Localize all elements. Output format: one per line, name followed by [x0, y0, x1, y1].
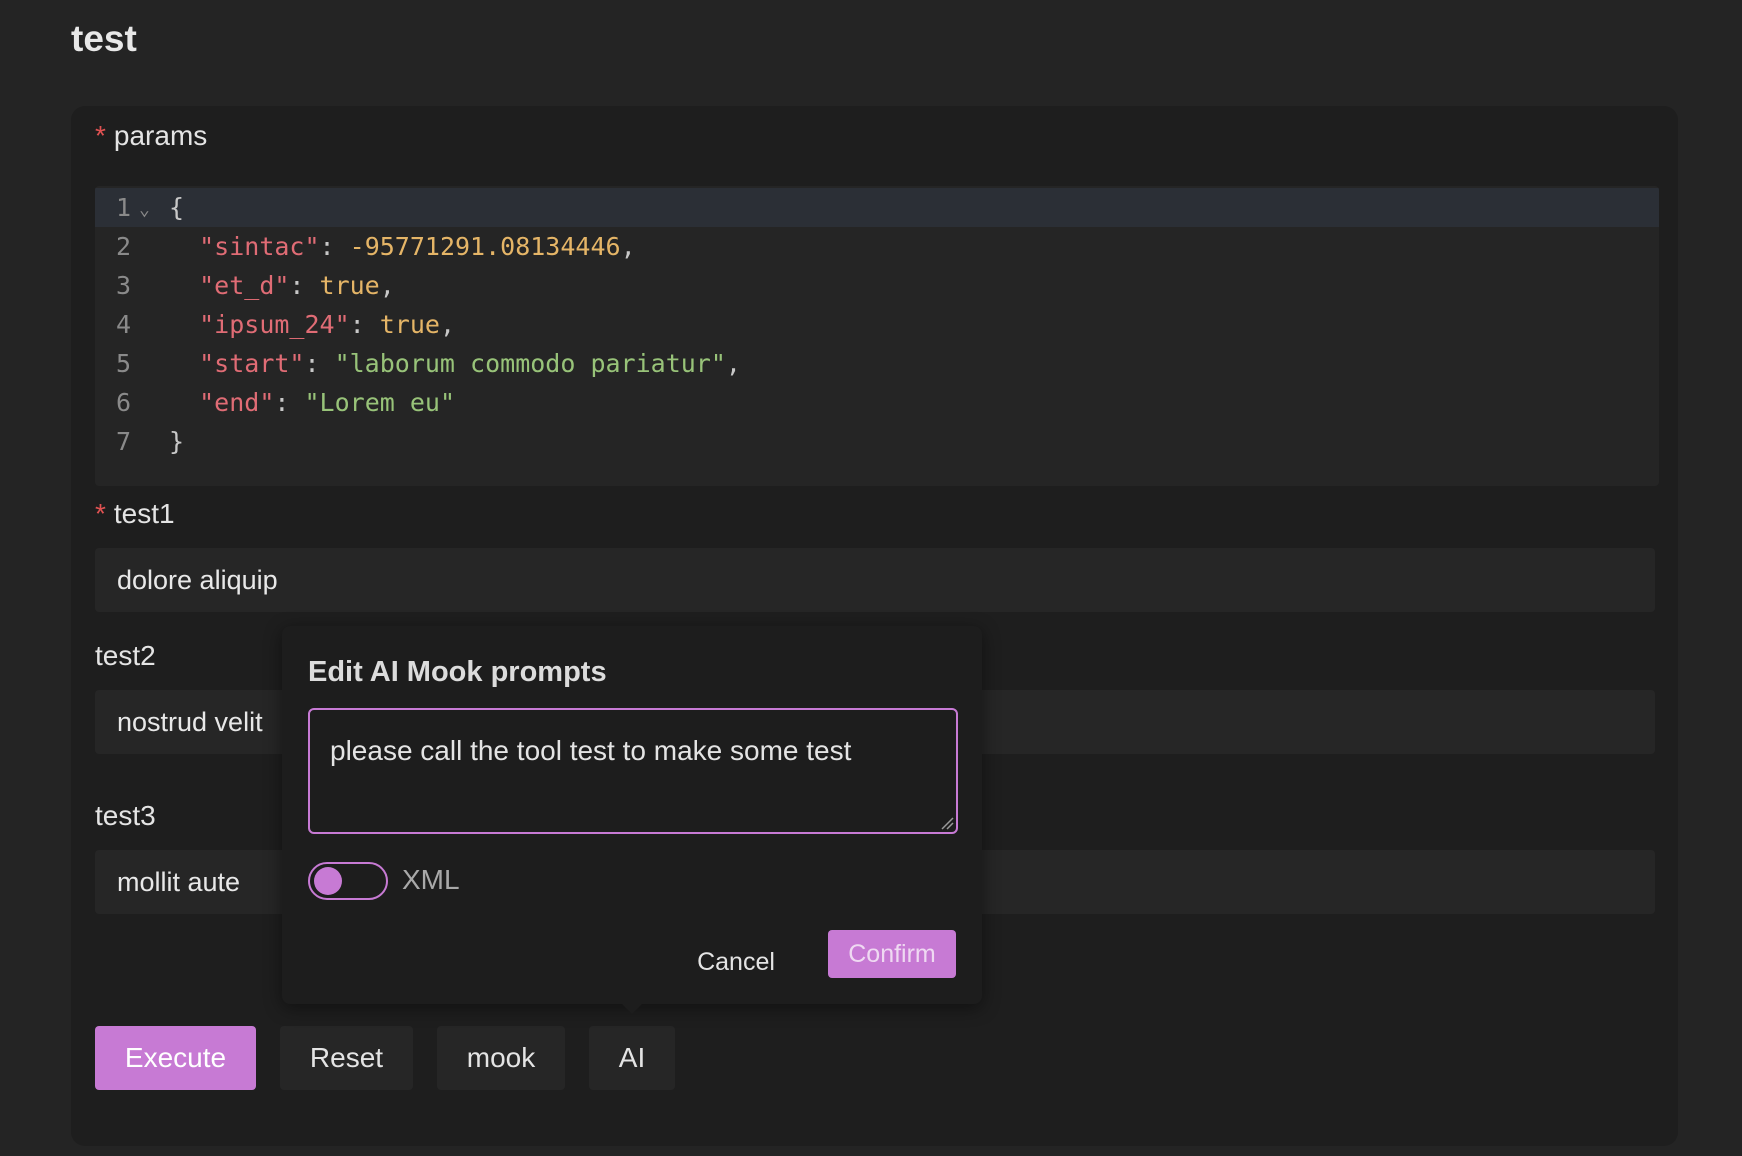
prompt-text: please call the tool test to make some t…: [330, 735, 852, 766]
reset-button[interactable]: Reset: [280, 1026, 413, 1090]
code-token: :: [304, 349, 335, 378]
code-line: 3 "et_d": true,: [95, 266, 1659, 305]
line-number: 7: [115, 427, 131, 456]
mook-button[interactable]: mook: [437, 1026, 565, 1090]
code-token: :: [274, 388, 305, 417]
code-token: ,: [379, 271, 395, 300]
code-token: "et_d": [199, 271, 290, 300]
code-text: }: [169, 422, 184, 461]
code-token: {: [169, 193, 185, 222]
code-text: "end": "Lorem eu": [169, 383, 455, 422]
line-number: 4: [115, 310, 131, 339]
popover-title: Edit AI Mook prompts: [308, 656, 607, 688]
chevron-down-icon[interactable]: ⌄: [139, 190, 150, 229]
code-line: 2 "sintac": -95771291.08134446,: [95, 227, 1659, 266]
xml-toggle[interactable]: [308, 862, 388, 900]
code-text: {: [169, 188, 184, 227]
code-token: :: [349, 310, 380, 339]
code-text: "ipsum_24": true,: [169, 305, 455, 344]
code-token: :: [319, 232, 350, 261]
code-line: 6 "end": "Lorem eu": [95, 383, 1659, 422]
code-token: "laborum commodo pariatur": [334, 349, 726, 378]
test1-label: * test1: [95, 498, 175, 529]
params-label: * params: [95, 120, 208, 151]
json-code-editor[interactable]: 1 ⌄{2 "sintac": -95771291.08134446, 3 "et_…: [95, 186, 1659, 486]
code-token: -95771291.08134446: [349, 232, 621, 261]
line-number: 1: [115, 193, 131, 222]
code-token: "ipsum_24": [199, 310, 350, 339]
code-line: 5 "start": "laborum commodo pariatur",: [95, 344, 1659, 383]
required-mark: *: [95, 120, 106, 151]
execute-button[interactable]: Execute: [95, 1026, 256, 1090]
line-number: 2: [115, 232, 131, 261]
resize-grip-icon[interactable]: [940, 816, 954, 830]
xml-toggle-label: XML: [402, 864, 460, 895]
popover-arrow: [622, 1004, 642, 1014]
code-token: true: [319, 271, 380, 300]
code-text: "start": "laborum commodo pariatur",: [169, 344, 741, 383]
page-title: test: [71, 18, 137, 59]
test3-label: test3: [95, 800, 156, 831]
prompt-textarea[interactable]: please call the tool test to make some t…: [308, 708, 958, 834]
code-line: 4 "ipsum_24": true,: [95, 305, 1659, 344]
line-number: 3: [115, 271, 131, 300]
cancel-button[interactable]: Cancel: [686, 938, 786, 986]
code-token: ,: [620, 232, 636, 261]
code-text: "sintac": -95771291.08134446,: [169, 227, 636, 266]
code-token: "sintac": [199, 232, 320, 261]
code-token: ,: [725, 349, 741, 378]
required-mark: *: [95, 498, 106, 529]
code-line: 1 ⌄ {: [95, 188, 1659, 227]
line-number: 6: [115, 388, 131, 417]
code-token: }: [169, 427, 185, 456]
confirm-button[interactable]: Confirm: [828, 930, 956, 978]
code-token: "start": [199, 349, 305, 378]
ai-button[interactable]: AI: [589, 1026, 675, 1090]
code-token: "Lorem eu": [304, 388, 455, 417]
code-token: "end": [199, 388, 275, 417]
toggle-knob: [314, 867, 342, 895]
test2-label: test2: [95, 640, 156, 671]
test1-input[interactable]: dolore aliquip: [95, 548, 1655, 612]
code-token: ,: [439, 310, 456, 339]
code-line: 7}: [95, 422, 1659, 461]
code-token: true: [379, 310, 440, 339]
code-text: "et_d": true,: [169, 266, 395, 305]
code-token: :: [289, 271, 320, 300]
ai-mook-prompt-popover: Edit AI Mook prompts please call the too…: [282, 626, 982, 1004]
line-number: 5: [115, 349, 131, 378]
